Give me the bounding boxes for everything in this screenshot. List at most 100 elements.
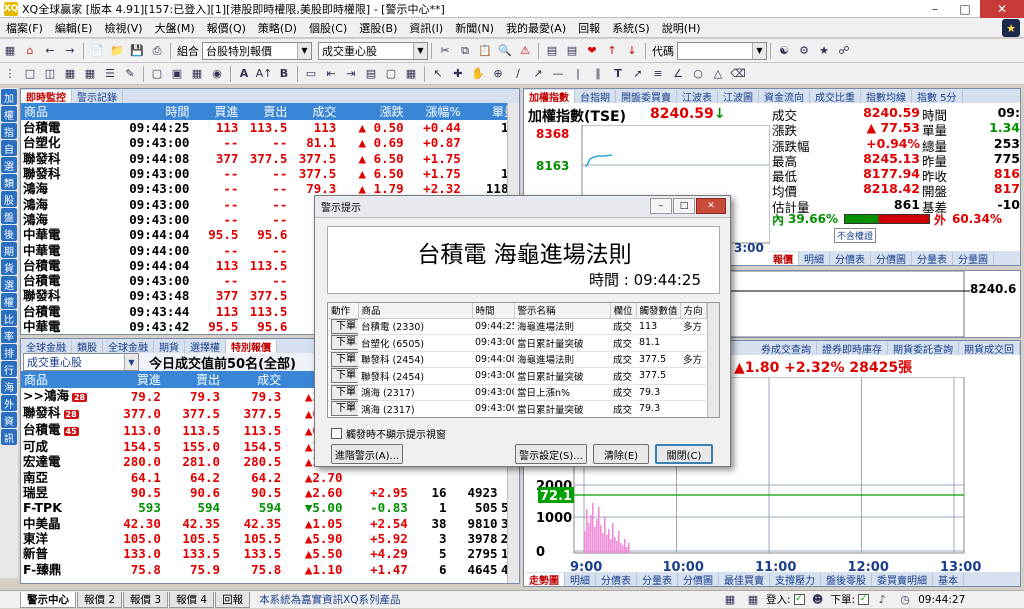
order-check[interactable]: ✓ (858, 594, 870, 605)
line-icon[interactable]: ∕ (509, 65, 527, 83)
rect-icon[interactable]: ▭ (302, 65, 320, 83)
left-tab[interactable]: 自 (1, 140, 17, 156)
quote-tab[interactable]: 類股 (72, 340, 103, 354)
menu-item[interactable]: 策略(D) (252, 20, 303, 36)
left-tab[interactable]: 排 (1, 344, 17, 360)
ticker-bottom-tab[interactable]: 明細 (565, 573, 596, 586)
menu-item[interactable]: 我的最愛(A) (500, 20, 572, 36)
quote-tab[interactable]: 選擇權 (185, 340, 226, 354)
exclude-warrant-box[interactable]: 不含權證 (834, 228, 877, 243)
column-header[interactable]: 買進 (192, 103, 242, 120)
left-tab[interactable]: 加 (1, 89, 17, 105)
column-header[interactable]: 成交 (223, 371, 285, 388)
menu-item[interactable]: 回報 (572, 20, 606, 36)
quote-tab[interactable]: 全球金融 (21, 340, 72, 354)
layout-icon[interactable]: ▦ (61, 65, 79, 83)
quote-combo[interactable]: 成交重心股 ▼ (23, 353, 139, 371)
window-tab[interactable]: 警示中心 (20, 591, 76, 608)
text-icon[interactable]: T (609, 65, 627, 83)
angle-icon[interactable]: ∠ (669, 65, 687, 83)
clear-button[interactable]: 清除(E) (593, 444, 649, 464)
frame-icon[interactable]: ▢ (148, 65, 166, 83)
dialog-row[interactable]: 下單 聯發科 (2454) 09:44:08 海龜進場法則 成交 377.5 多方 (328, 351, 706, 368)
arrow-draw-icon[interactable]: ➚ (629, 65, 647, 83)
left-tab[interactable]: 率 (1, 327, 17, 343)
index-tab[interactable]: 江波圖 (718, 90, 759, 104)
dialog-row[interactable]: 下單 鴻海 (2317) 09:43:00 當日上漲n% 成交 79.3 (328, 384, 706, 401)
index-tab[interactable]: 資金流向 (759, 90, 810, 104)
forward-icon[interactable]: → (61, 42, 79, 60)
circle-icon[interactable]: ○ (689, 65, 707, 83)
image-icon[interactable]: ▣ (168, 65, 186, 83)
tool-d-icon[interactable]: ☍ (835, 42, 853, 60)
dialog-column-header[interactable]: 欄位 (610, 303, 637, 319)
index-tab[interactable]: 指數 5分 (912, 90, 963, 104)
copy-icon[interactable]: ⧉ (456, 42, 474, 60)
cross-icon[interactable]: ✚ (449, 65, 467, 83)
ticker-bottom-tab[interactable]: 最佳買賣 (719, 573, 770, 586)
ticker-bottom-tab[interactable]: 支撐壓力 (770, 573, 821, 586)
align-right-icon[interactable]: ⇥ (342, 65, 360, 83)
zoom-icon[interactable]: ⊕ (489, 65, 507, 83)
grid2-icon[interactable]: ▦ (402, 65, 420, 83)
table-row[interactable]: 新普133.0133.5133.5▲5.50+4.295279519 (21, 546, 519, 561)
menu-item[interactable]: 資訊(I) (403, 20, 449, 36)
eraser-icon[interactable]: ⌫ (729, 65, 747, 83)
left-tab[interactable]: 選 (1, 276, 17, 292)
lightbulb-icon[interactable]: ★ (1002, 19, 1020, 37)
ticker-bottom-tab[interactable]: 基本 (933, 573, 964, 586)
group-select[interactable]: 台股特別報價 ▼ (202, 41, 312, 60)
maximize-button[interactable]: □ (950, 0, 980, 18)
order-button[interactable]: 下單 (331, 351, 358, 367)
minimize-button[interactable]: – (920, 0, 950, 18)
up-icon[interactable]: ↑ (603, 42, 621, 60)
index-tab[interactable]: 台指期 (575, 90, 616, 104)
order-button[interactable]: 下單 (331, 335, 358, 351)
dialog-checkbox[interactable] (331, 428, 342, 439)
box-icon[interactable]: ▢ (382, 65, 400, 83)
alert-settings-button[interactable]: 警示設定(S)... (515, 444, 587, 464)
tray-icon-b[interactable]: ▦ (744, 591, 762, 609)
tool-b-icon[interactable]: ⚙ (795, 42, 813, 60)
ticker-tab[interactable]: 期貨成交回 (959, 342, 1020, 356)
index-bottom-tab[interactable]: 分量圖 (953, 252, 994, 265)
table-row[interactable]: F-TPK593594594▼5.00-0.83150552 (21, 500, 519, 515)
vline-icon[interactable]: | (569, 65, 587, 83)
note-icon[interactable]: ▤ (362, 65, 380, 83)
print-icon[interactable]: ⎙ (148, 42, 166, 60)
cursor-icon[interactable]: ↖ (429, 65, 447, 83)
index-tab[interactable]: 加權指數 (524, 90, 575, 104)
left-tab[interactable]: 行 (1, 361, 17, 377)
left-tab[interactable]: 指 (1, 123, 17, 139)
index-bottom-tab[interactable]: 明細 (799, 252, 830, 265)
menu-item[interactable]: 個股(C) (303, 20, 353, 36)
left-tab[interactable]: 比 (1, 310, 17, 326)
dialog-column-header[interactable]: 動作 (328, 303, 359, 319)
calendar-icon[interactable]: ▦ (188, 65, 206, 83)
home-icon[interactable]: ⌂ (21, 42, 39, 60)
table-row[interactable]: 台塑化09:43:00----81.1▲ 0.69+0.876 (21, 135, 519, 150)
order-button[interactable]: 下單 (331, 384, 358, 400)
advanced-alert-button[interactable]: 進階警示(A)... (331, 444, 403, 464)
ray-icon[interactable]: ↗ (529, 65, 547, 83)
ticker-bottom-tab[interactable]: 委買賣明細 (872, 573, 933, 586)
table-row[interactable]: 聯發科09:44:08377377.5377.5▲ 6.50+1.754 (21, 151, 519, 166)
fib-icon[interactable]: ≡ (649, 65, 667, 83)
dialog-column-header[interactable]: 警示名稱 (514, 303, 611, 319)
open-folder-icon[interactable]: 📁 (108, 42, 126, 60)
dialog-column-header[interactable]: 時間 (472, 303, 515, 319)
ticker-tab[interactable]: 券成交查詢 (756, 342, 817, 356)
left-tab[interactable]: 後 (1, 225, 17, 241)
triangle-icon[interactable]: △ (709, 65, 727, 83)
dialog-column-header[interactable]: 方向 (680, 303, 707, 319)
left-tab[interactable]: 資 (1, 412, 17, 428)
dialog-minimize-button[interactable]: – (650, 198, 672, 214)
menu-item[interactable]: 新聞(N) (449, 20, 500, 36)
left-tab[interactable]: 權 (1, 106, 17, 122)
window-tab[interactable]: 報價 2 (77, 591, 123, 608)
bold-icon[interactable]: B (275, 65, 293, 83)
list-icon[interactable]: ☰ (101, 65, 119, 83)
index-tab[interactable]: 成交比重 (810, 90, 861, 104)
order-button[interactable]: 下單 (331, 368, 358, 384)
tray-icon-a[interactable]: ▦ (721, 591, 739, 609)
